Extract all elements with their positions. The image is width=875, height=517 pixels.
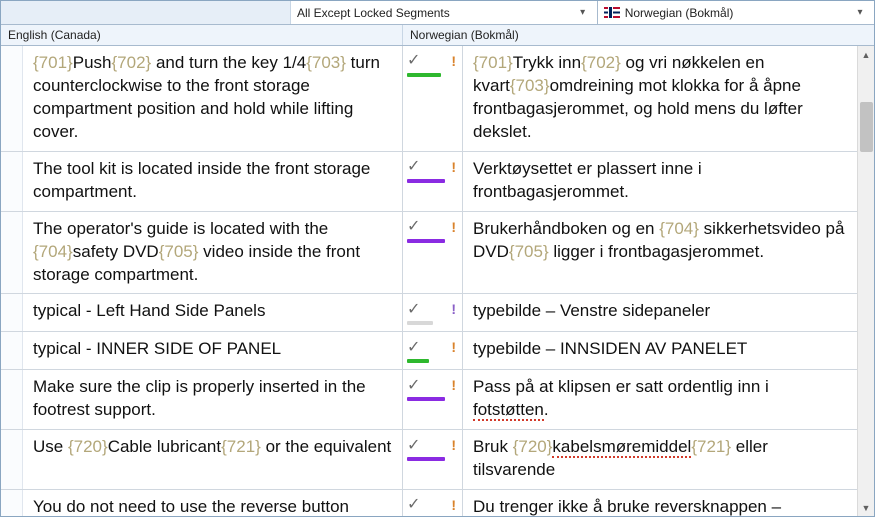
filter-dropdown[interactable]: All Except Locked Segments ▾ <box>291 1 598 24</box>
editor-window: All Except Locked Segments ▾ Norwegian (… <box>0 0 875 517</box>
grid-scroll-area: {701}Push{702} and turn the key 1/4{703}… <box>1 46 874 516</box>
status-cell: ✓! <box>403 294 463 331</box>
check-icon: ✓ <box>407 340 420 356</box>
row-gutter <box>1 152 23 211</box>
segment-row[interactable]: typical - Left Hand Side Panels✓!typebil… <box>1 294 857 332</box>
scrollbar-thumb[interactable] <box>860 102 873 152</box>
column-headers: English (Canada) Norwegian (Bokmål) <box>1 25 874 46</box>
warning-icon: ! <box>451 218 456 237</box>
warning-icon: ! <box>451 496 456 515</box>
status-bar <box>407 321 433 325</box>
chevron-down-icon: ▾ <box>575 7 591 18</box>
source-cell[interactable]: typical - Left Hand Side Panels <box>23 294 403 331</box>
status-bar <box>407 73 441 77</box>
language-dropdown[interactable]: Norwegian (Bokmål) ▾ <box>598 1 874 24</box>
warning-icon: ! <box>451 158 456 177</box>
target-cell[interactable]: Du trenger ikke å bruke reversknappen – <box>463 490 857 516</box>
status-cell: ✓! <box>403 332 463 369</box>
target-cell[interactable]: Pass på at klipsen er satt ordentlig inn… <box>463 370 857 429</box>
segment-row[interactable]: Use {720}Cable lubricant{721} or the equ… <box>1 430 857 490</box>
status-bar <box>407 457 445 461</box>
language-value: Norwegian (Bokmål) <box>625 6 734 20</box>
source-cell[interactable]: typical - INNER SIDE OF PANEL <box>23 332 403 369</box>
check-icon: ✓ <box>407 497 420 513</box>
check-icon: ✓ <box>407 438 420 454</box>
segment-row[interactable]: Make sure the clip is properly inserted … <box>1 370 857 430</box>
check-icon: ✓ <box>407 53 420 69</box>
row-gutter <box>1 370 23 429</box>
scroll-up-icon[interactable]: ▲ <box>858 46 874 63</box>
header-source: English (Canada) <box>1 25 403 45</box>
top-toolbar: All Except Locked Segments ▾ Norwegian (… <box>1 1 874 25</box>
target-cell[interactable]: Brukerhåndboken og en {704} sikkerhetsvi… <box>463 212 857 294</box>
warning-icon: ! <box>451 52 456 71</box>
check-icon: ✓ <box>407 219 420 235</box>
status-cell: ✓! <box>403 212 463 294</box>
flag-norway-icon <box>604 7 620 18</box>
filter-value: All Except Locked Segments <box>297 6 450 20</box>
status-bar <box>407 239 445 243</box>
check-icon: ✓ <box>407 378 420 394</box>
segment-row[interactable]: You do not need to use the reverse butto… <box>1 490 857 516</box>
warning-icon: ! <box>451 300 456 319</box>
row-gutter <box>1 46 23 151</box>
row-gutter <box>1 294 23 331</box>
source-cell[interactable]: Make sure the clip is properly inserted … <box>23 370 403 429</box>
chevron-down-icon: ▾ <box>852 7 868 18</box>
scroll-down-icon[interactable]: ▼ <box>858 499 874 516</box>
row-gutter <box>1 430 23 489</box>
status-bar <box>407 359 429 363</box>
warning-icon: ! <box>451 338 456 357</box>
status-bar <box>407 179 445 183</box>
row-gutter <box>1 490 23 516</box>
source-cell[interactable]: The tool kit is located inside the front… <box>23 152 403 211</box>
row-gutter <box>1 332 23 369</box>
target-cell[interactable]: {701}Trykk inn{702} og vri nøkkelen en k… <box>463 46 857 151</box>
target-cell[interactable]: Bruk {720}kabelsmøremiddel{721} eller ti… <box>463 430 857 489</box>
status-cell: ✓! <box>403 430 463 489</box>
segment-row[interactable]: {701}Push{702} and turn the key 1/4{703}… <box>1 46 857 152</box>
status-cell: ✓! <box>403 490 463 516</box>
segment-row[interactable]: The tool kit is located inside the front… <box>1 152 857 212</box>
check-icon: ✓ <box>407 302 420 318</box>
target-cell[interactable]: typebilde – INNSIDEN AV PANELET <box>463 332 857 369</box>
target-cell[interactable]: Verktøysettet er plassert inne i frontba… <box>463 152 857 211</box>
warning-icon: ! <box>451 436 456 455</box>
row-gutter <box>1 212 23 294</box>
target-cell[interactable]: typebilde – Venstre sidepaneler <box>463 294 857 331</box>
source-cell[interactable]: You do not need to use the reverse butto… <box>23 490 403 516</box>
source-cell[interactable]: {701}Push{702} and turn the key 1/4{703}… <box>23 46 403 151</box>
warning-icon: ! <box>451 376 456 395</box>
header-target: Norwegian (Bokmål) <box>403 25 874 45</box>
status-cell: ✓! <box>403 152 463 211</box>
source-cell[interactable]: Use {720}Cable lubricant{721} or the equ… <box>23 430 403 489</box>
segment-row[interactable]: typical - INNER SIDE OF PANEL✓!typebilde… <box>1 332 857 370</box>
toolbar-spacer <box>1 1 291 24</box>
check-icon: ✓ <box>407 159 420 175</box>
vertical-scrollbar[interactable]: ▲ ▼ <box>857 46 874 516</box>
status-cell: ✓! <box>403 370 463 429</box>
status-bar <box>407 397 445 401</box>
segment-rows: {701}Push{702} and turn the key 1/4{703}… <box>1 46 857 516</box>
source-cell[interactable]: The operator's guide is located with the… <box>23 212 403 294</box>
status-cell: ✓! <box>403 46 463 151</box>
segment-row[interactable]: The operator's guide is located with the… <box>1 212 857 295</box>
